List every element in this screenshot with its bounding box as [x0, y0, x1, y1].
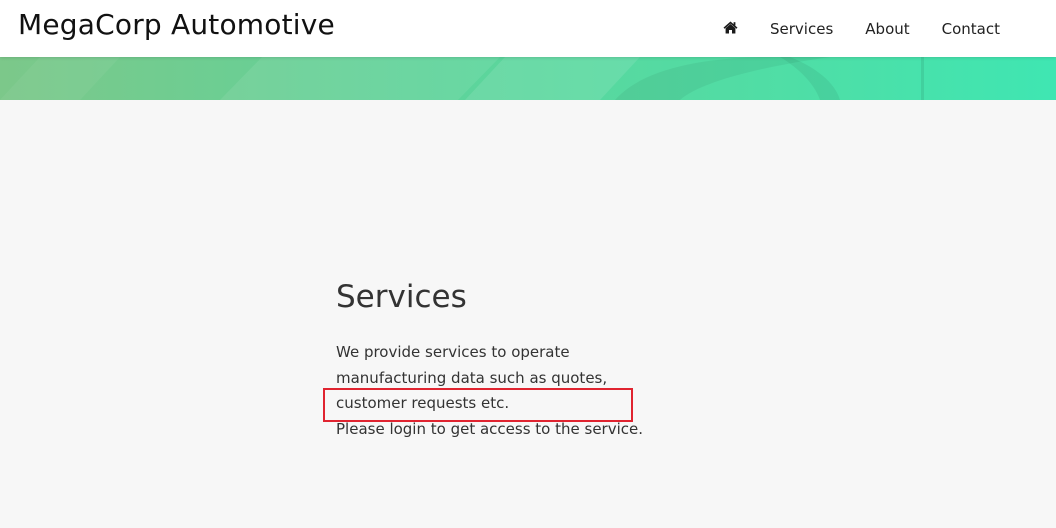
top-navbar: MegaCorp Automotive Services About Conta…	[0, 0, 1056, 57]
nav-home-link[interactable]	[723, 20, 738, 38]
brand-logo-text[interactable]: MegaCorp Automotive	[18, 8, 335, 41]
nav-links: Services About Contact	[723, 0, 1000, 57]
home-icon	[723, 20, 738, 38]
services-section: Services We provide services to operate …	[336, 276, 696, 442]
section-title: Services	[336, 279, 467, 315]
nav-services-link[interactable]: Services	[770, 20, 833, 38]
banner-pattern	[0, 57, 924, 100]
hero-banner	[0, 57, 1056, 100]
login-notice: Please login to get access to the servic…	[336, 419, 644, 438]
nav-contact-link[interactable]: Contact	[942, 20, 1000, 38]
services-description: We provide services to operate manufactu…	[336, 343, 608, 412]
nav-about-link[interactable]: About	[865, 20, 909, 38]
